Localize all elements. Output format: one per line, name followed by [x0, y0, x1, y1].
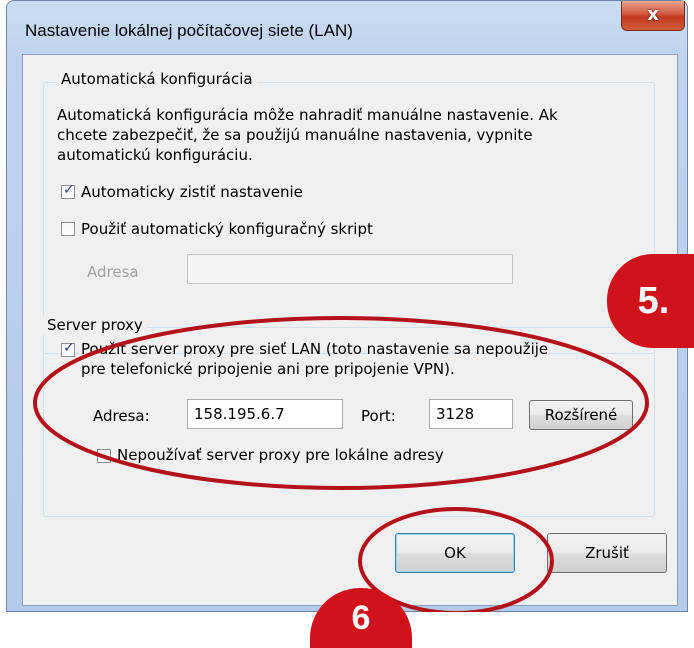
close-button[interactable]: x: [621, 1, 685, 31]
use-proxy-label-line-2[interactable]: pre telefonické pripojenie ani pre pripo…: [81, 359, 455, 379]
advanced-button[interactable]: Rozšírené: [529, 400, 633, 430]
proxy-group-title: Server proxy: [43, 316, 147, 334]
bypass-local-label[interactable]: Nepoužívať server proxy pre lokálne adre…: [117, 445, 444, 465]
use-proxy-checkbox[interactable]: [61, 340, 75, 357]
use-script-checkbox[interactable]: [61, 222, 75, 236]
dialog-client-area: Automatická konfigurácia Automatická kon…: [22, 54, 678, 606]
script-address-label: Adresa: [87, 263, 139, 281]
use-script-label[interactable]: Použiť automatický konfiguračný skript: [81, 219, 373, 239]
auto-config-group-title: Automatická konfigurácia: [57, 70, 257, 88]
auto-detect-checkbox[interactable]: [61, 182, 75, 199]
proxy-address-label: Adresa:: [93, 407, 150, 425]
auto-config-description-line-3: automatickú konfiguráciu.: [57, 146, 253, 164]
auto-config-description-line-2: chcete zabezpečiť, že sa použijú manuáln…: [57, 126, 533, 144]
ok-button[interactable]: OK: [395, 533, 515, 573]
auto-config-description-line-1: Automatická konfigurácia môže nahradiť m…: [57, 106, 558, 124]
auto-detect-label[interactable]: Automaticky zistiť nastavenie: [81, 182, 303, 202]
proxy-address-input[interactable]: 158.195.6.7: [187, 399, 343, 429]
cancel-button[interactable]: Zrušiť: [547, 533, 667, 573]
use-proxy-label-line-1[interactable]: Použiť server proxy pre sieť LAN (toto n…: [81, 339, 548, 359]
proxy-port-input[interactable]: 3128: [429, 399, 513, 429]
proxy-port-label: Port:: [361, 407, 396, 425]
script-address-input: [187, 254, 513, 284]
bypass-local-checkbox[interactable]: [97, 449, 111, 463]
dialog-title: Nastavenie lokálnej počítačovej siete (L…: [25, 21, 353, 40]
close-icon: x: [647, 4, 659, 25]
step-5-marker: 5.: [607, 254, 694, 348]
